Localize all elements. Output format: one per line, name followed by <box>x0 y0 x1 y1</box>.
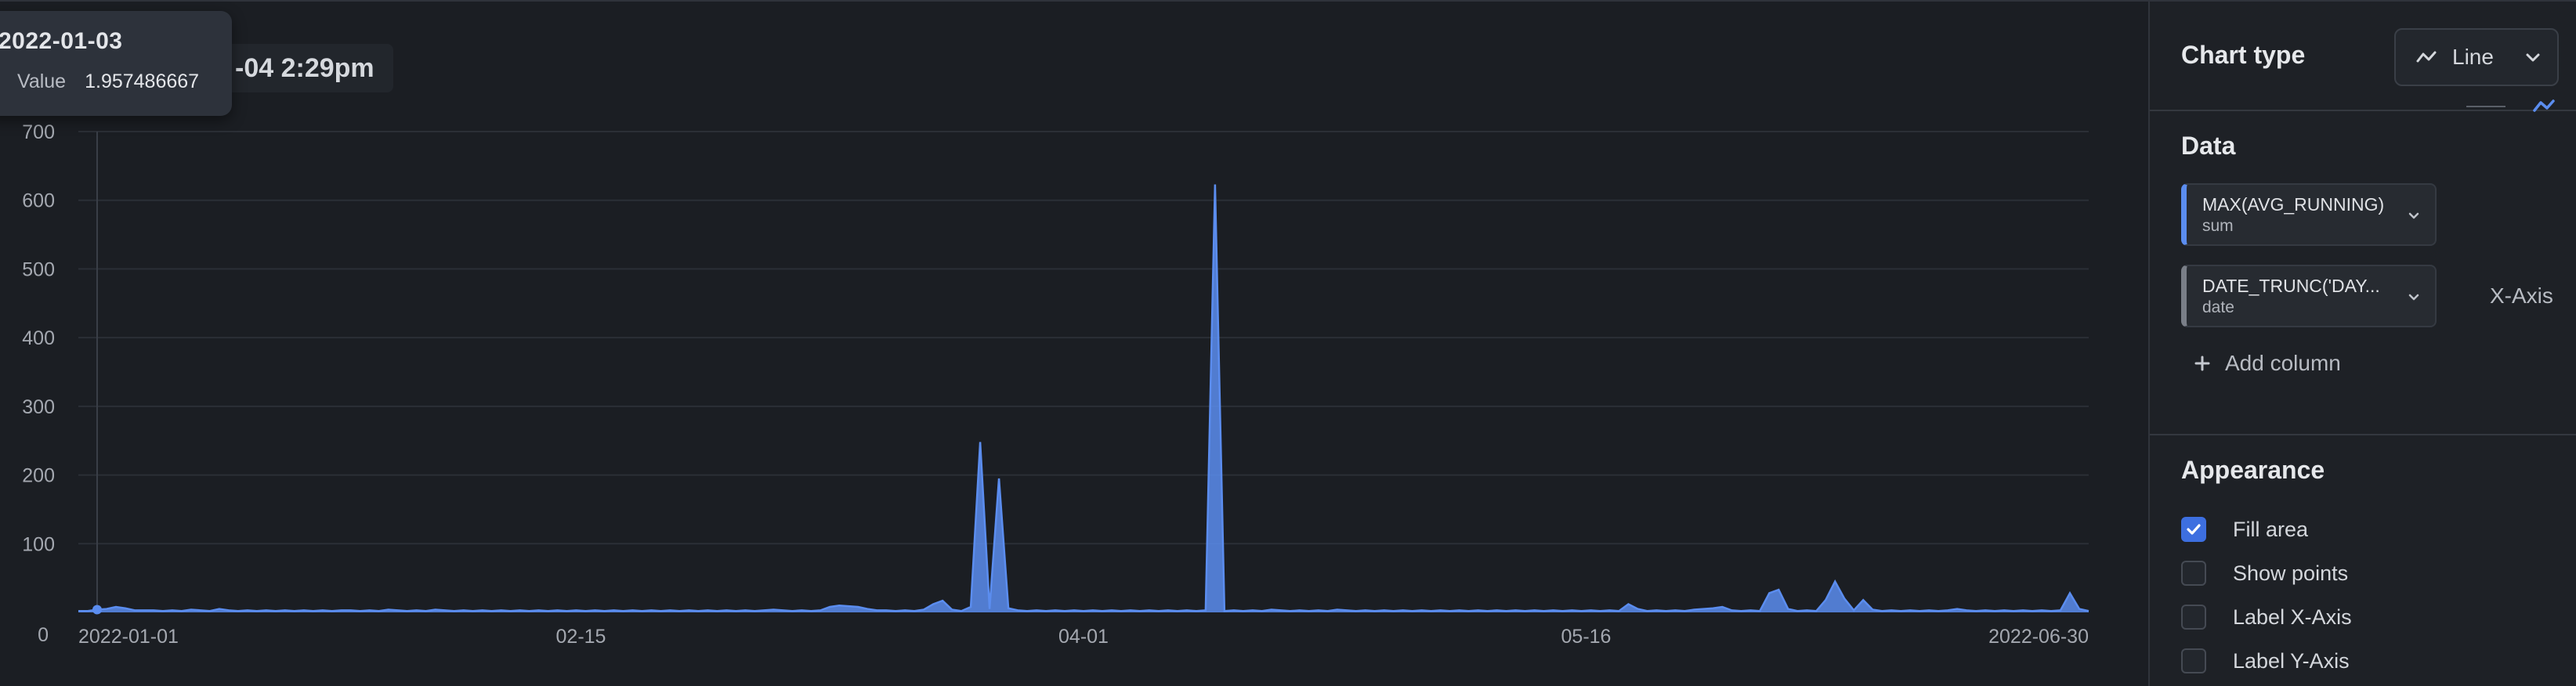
tooltip-value: 1.957486667 <box>85 70 200 92</box>
x-tick-label: 04-01 <box>1058 626 1109 648</box>
tooltip-date: 2022-01-03 <box>0 28 123 54</box>
x-tick-label: 02-15 <box>556 626 606 648</box>
app-window: 0 100 200 300 400 500 600 700 2022-01-01 02-15 04… <box>0 0 2576 686</box>
y-tick-label: 100 <box>22 533 55 555</box>
option-label: Show points <box>2233 561 2349 585</box>
y-tick-label: 500 <box>22 258 55 280</box>
chevron-down-icon <box>2526 53 2540 62</box>
label-x-axis-checkbox[interactable] <box>2181 605 2206 630</box>
label-y-axis-checkbox[interactable] <box>2181 648 2206 673</box>
appearance-heading: Appearance <box>2181 456 2325 484</box>
y-tick-label: 300 <box>22 396 55 418</box>
chart-type-heading: Chart type <box>2181 41 2306 69</box>
chart-type-select[interactable]: Line <box>2394 28 2559 86</box>
data-heading: Data <box>2181 132 2236 160</box>
plus-icon <box>2194 356 2210 371</box>
option-label-x-axis[interactable]: Label X-Axis <box>2181 605 2352 630</box>
y-column-aggregation: sum <box>2202 217 2234 235</box>
x-tick-label: 2022-01-01 <box>78 626 179 648</box>
chart-type-value: Line <box>2452 45 2494 69</box>
tooltip-row: Value 1.957486667 <box>0 70 232 93</box>
tooltip-label: Value <box>17 70 67 92</box>
x-column-chip[interactable]: DATE_TRUNC('DAY... date <box>2181 265 2437 327</box>
chart-title: -04 2:29pm <box>212 44 393 92</box>
checkmark-icon <box>2187 524 2201 535</box>
y-tick-label: 400 <box>22 327 55 349</box>
show-points-checkbox[interactable] <box>2181 561 2206 586</box>
y-tick-label: 600 <box>22 190 55 212</box>
chevron-down-icon <box>2408 212 2419 219</box>
add-column-label: Add column <box>2225 351 2341 375</box>
option-label: Label Y-Axis <box>2233 648 2350 673</box>
option-label: Fill area <box>2233 517 2309 541</box>
divider <box>2150 110 2576 111</box>
option-fill-area[interactable]: Fill area <box>2181 517 2308 542</box>
chevron-down-icon <box>2408 294 2419 301</box>
hover-point <box>92 605 102 615</box>
option-show-points[interactable]: Show points <box>2181 561 2348 586</box>
y-tick-label: 700 <box>22 121 55 143</box>
settings-panel: Chart type Line Data MAX(AVG_RUNNING) su… <box>2148 2 2576 686</box>
option-label: Label X-Axis <box>2233 605 2352 629</box>
y-column-chip[interactable]: MAX(AVG_RUNNING) sum <box>2181 183 2437 246</box>
y-column-name: MAX(AVG_RUNNING) <box>2202 194 2385 215</box>
series-line-style-swatch[interactable] <box>2466 106 2505 107</box>
add-column-button[interactable]: Add column <box>2194 351 2341 376</box>
line-chart-icon <box>2416 51 2437 63</box>
option-label-y-axis[interactable]: Label Y-Axis <box>2181 648 2350 673</box>
x-tick-label: 05-16 <box>1561 626 1612 648</box>
x-column-aggregation: date <box>2202 298 2234 316</box>
x-axis-role-label: X-Axis <box>2490 283 2553 308</box>
x-tick-label: 2022-06-30 <box>1988 626 2089 648</box>
y-tick-label: 200 <box>22 465 55 487</box>
series-line[interactable] <box>78 184 2089 612</box>
series-area[interactable] <box>78 184 2089 613</box>
series-line-icon[interactable] <box>2532 96 2556 116</box>
fill-area-checkbox[interactable] <box>2181 517 2206 542</box>
chart-area: 0 100 200 300 400 500 600 700 2022-01-01 02-15 04… <box>0 2 2148 686</box>
divider <box>2150 434 2576 435</box>
y-tick-label: 0 <box>38 624 49 646</box>
area-chart[interactable]: 0 100 200 300 400 500 600 700 2022-01-01 02-15 04… <box>0 2 2148 686</box>
x-column-name: DATE_TRUNC('DAY... <box>2202 276 2380 296</box>
chart-tooltip: 2022-01-03 Value 1.957486667 <box>0 11 232 116</box>
